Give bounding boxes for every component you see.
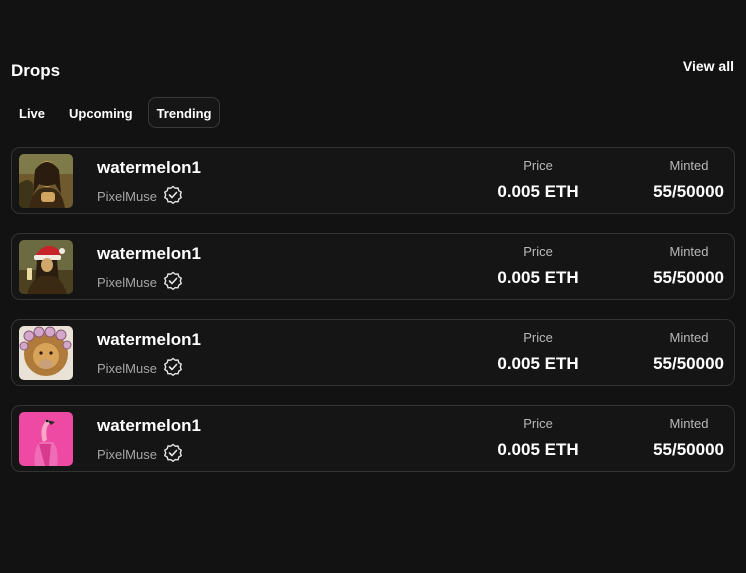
lion-curlers-icon	[19, 326, 73, 380]
minted-stat: Minted 55/50000	[624, 158, 724, 202]
creator-row: PixelMuse	[97, 357, 183, 380]
drop-name: watermelon1	[97, 416, 201, 435]
verified-badge-icon	[163, 185, 183, 208]
minted-label: Minted	[669, 416, 709, 431]
creator-row: PixelMuse	[97, 185, 183, 208]
price-label: Price	[523, 416, 553, 431]
view-all-link[interactable]: View all	[683, 58, 734, 74]
verified-badge-icon	[163, 443, 183, 466]
price-label: Price	[523, 330, 553, 345]
drops-list: watermelon1 PixelMuse Price 0.005 ETH Mi…	[11, 147, 735, 491]
drop-name: watermelon1	[97, 330, 201, 349]
minted-stat: Minted 55/50000	[624, 416, 724, 460]
price-stat: Price 0.005 ETH	[482, 416, 594, 460]
verified-badge-icon	[163, 357, 183, 380]
drop-card[interactable]: watermelon1 PixelMuse Price 0.005 ETH Mi…	[11, 147, 735, 214]
drop-card[interactable]: watermelon1 PixelMuse Price 0.005 ETH Mi…	[11, 233, 735, 300]
price-stat: Price 0.005 ETH	[482, 158, 594, 202]
price-label: Price	[523, 244, 553, 259]
price-value: 0.005 ETH	[497, 440, 579, 459]
tab-trending[interactable]: Trending	[147, 97, 221, 128]
price-value: 0.005 ETH	[497, 268, 579, 287]
drop-tabs: Live Upcoming Trending	[10, 97, 226, 128]
drop-card[interactable]: watermelon1 PixelMuse Price 0.005 ETH Mi…	[11, 405, 735, 472]
creator-row: PixelMuse	[97, 271, 183, 294]
creator-name: PixelMuse	[97, 275, 157, 290]
price-value: 0.005 ETH	[497, 354, 579, 373]
creator-name: PixelMuse	[97, 189, 157, 204]
verified-badge-icon	[163, 271, 183, 294]
tab-live[interactable]: Live	[10, 97, 54, 128]
minted-stat: Minted 55/50000	[624, 330, 724, 374]
drops-page: Drops View all Live Upcoming Trending wa…	[0, 0, 746, 573]
drops-header: Drops View all	[11, 58, 734, 84]
flamingo-pink-icon	[19, 412, 73, 466]
creator-name: PixelMuse	[97, 447, 157, 462]
minted-value: 55/50000	[653, 268, 724, 287]
price-stat: Price 0.005 ETH	[482, 330, 594, 374]
creator-row: PixelMuse	[97, 443, 183, 466]
drop-card[interactable]: watermelon1 PixelMuse Price 0.005 ETH Mi…	[11, 319, 735, 386]
price-value: 0.005 ETH	[497, 182, 579, 201]
minted-label: Minted	[669, 158, 709, 173]
price-label: Price	[523, 158, 553, 173]
section-title: Drops	[11, 61, 61, 80]
minted-value: 55/50000	[653, 354, 724, 373]
minted-label: Minted	[669, 330, 709, 345]
tab-upcoming[interactable]: Upcoming	[60, 97, 142, 128]
minted-stat: Minted 55/50000	[624, 244, 724, 288]
minted-value: 55/50000	[653, 440, 724, 459]
price-stat: Price 0.005 ETH	[482, 244, 594, 288]
mona-lisa-santa-icon	[19, 240, 73, 294]
minted-value: 55/50000	[653, 182, 724, 201]
drop-name: watermelon1	[97, 244, 201, 263]
minted-label: Minted	[669, 244, 709, 259]
drop-name: watermelon1	[97, 158, 201, 177]
creator-name: PixelMuse	[97, 361, 157, 376]
mona-lisa-icon	[19, 154, 73, 208]
